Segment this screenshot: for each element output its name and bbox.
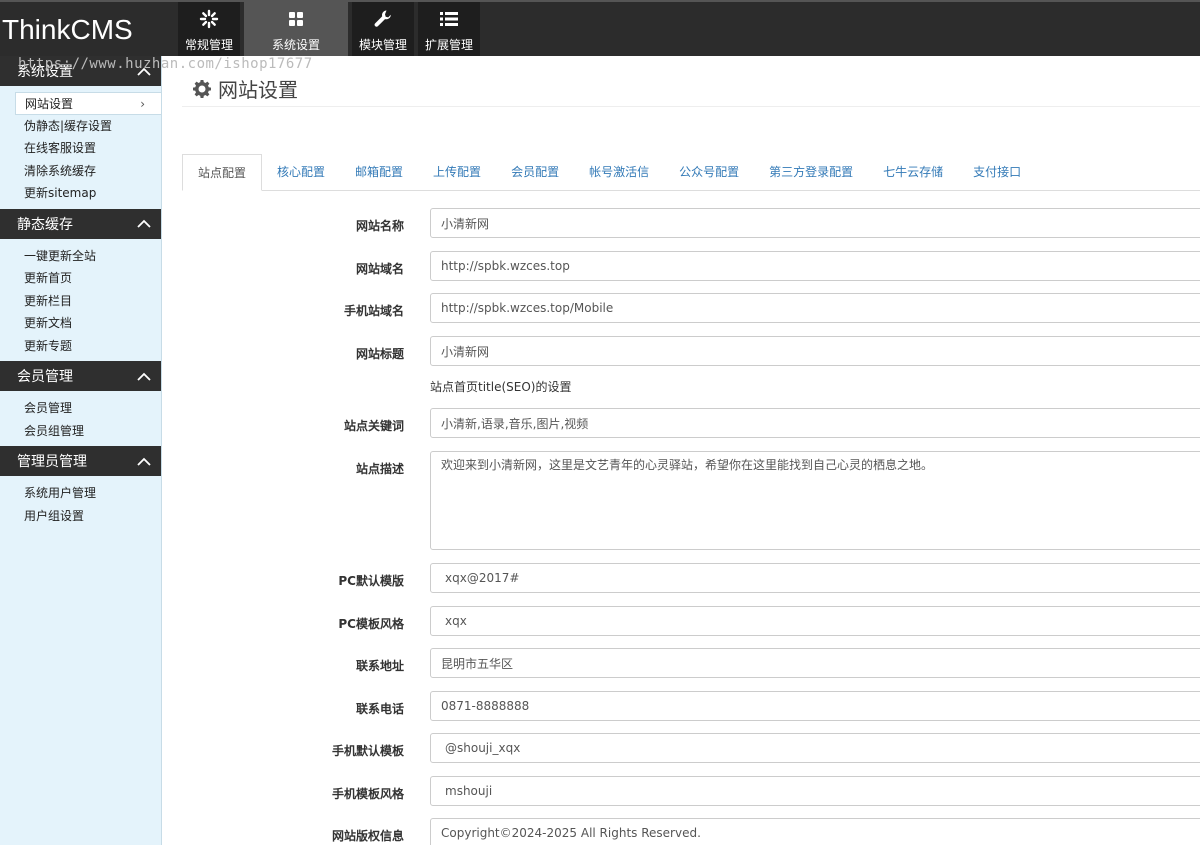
sidebar: 系统设置 网站设置 › 伪静态|缓存设置 在线客服设置 清除系统缓存 更新site… [0,56,162,845]
sidebar-item-user-groups[interactable]: 用户组设置 [0,505,161,528]
description-label: 站点描述 [355,462,404,476]
grid-icon [244,8,348,30]
sidebar-item-rewrite-cache[interactable]: 伪静态|缓存设置 [0,115,161,138]
sidebar-item-update-home[interactable]: 更新首页 [0,267,161,290]
sidebar-item-sitemap[interactable]: 更新sitemap [0,182,161,205]
site-name-input[interactable] [430,208,1200,238]
tab-wechat-config[interactable]: 公众号配置 [664,154,754,191]
topnav-label: 常规管理 [184,38,233,52]
pc-style-label: PC模板风格 [338,617,404,631]
sidebar-group-members[interactable]: 会员管理 [0,361,161,391]
wrench-icon [352,8,414,30]
sidebar-group-title: 会员管理 [17,369,73,385]
sidebar-item-online-service[interactable]: 在线客服设置 [0,137,161,160]
topnav-label: 扩展管理 [424,38,473,52]
tab-account-activation[interactable]: 帐号激活信 [574,154,664,191]
sidebar-item-label: 网站设置 [25,97,74,111]
sidebar-item-update-docs[interactable]: 更新文档 [0,312,161,335]
sidebar-item-update-columns[interactable]: 更新栏目 [0,290,161,313]
sidebar-item-site-settings[interactable]: 网站设置 › [15,92,161,115]
top-bar: ThinkCMS 常规管理 系统设置 模块管理 扩展管理 [0,0,1200,56]
mobile-template-input[interactable] [430,733,1200,763]
app-logo[interactable]: ThinkCMS [2,14,133,46]
chevron-up-icon [137,64,151,78]
phone-label: 联系电话 [355,702,404,716]
page-title: 网站设置 [192,74,298,103]
copyright-input[interactable] [430,818,1200,845]
sidebar-group-title: 系统设置 [17,64,73,80]
mobile-template-label: 手机默认模板 [331,744,404,758]
tab-mail-config[interactable]: 邮箱配置 [340,154,418,191]
settings-tabs: 站点配置 核心配置 邮箱配置 上传配置 会员配置 帐号激活信 公众号配置 第三方… [182,154,1200,191]
sidebar-item-member-groups[interactable]: 会员组管理 [0,420,161,443]
sidebar-item-update-all[interactable]: 一键更新全站 [0,245,161,268]
mobile-domain-label: 手机站域名 [343,304,404,318]
pc-template-label: PC默认模版 [338,574,404,588]
sidebar-group-title: 静态缓存 [17,216,73,233]
tab-member-config[interactable]: 会员配置 [496,154,574,191]
copyright-label: 网站版权信息 [331,829,404,843]
tab-qiniu-storage[interactable]: 七牛云存储 [868,154,958,191]
sidebar-item-clear-cache[interactable]: 清除系统缓存 [0,160,161,183]
pc-style-input[interactable] [430,606,1200,636]
keywords-label: 站点关键词 [343,419,404,433]
sidebar-group-title: 管理员管理 [17,454,87,470]
sidebar-item-system-users[interactable]: 系统用户管理 [0,482,161,505]
topnav-item-modules[interactable]: 模块管理 [352,2,414,56]
chevron-up-icon [137,454,151,468]
tab-core-config[interactable]: 核心配置 [262,154,340,191]
sidebar-group-admins[interactable]: 管理员管理 [0,446,161,476]
asterisk-icon [178,8,240,30]
topnav-label: 模块管理 [358,38,407,52]
address-input[interactable] [430,648,1200,678]
description-textarea[interactable]: 欢迎来到小清新网，这里是文艺青年的心灵驿站，希望你在这里能找到自己心灵的栖息之地… [430,451,1200,550]
chevron-up-icon [137,217,151,231]
topnav-item-extensions[interactable]: 扩展管理 [418,2,480,56]
gear-icon [192,79,212,99]
main-content: 网站设置 站点配置 核心配置 邮箱配置 上传配置 会员配置 帐号激活信 公众号配… [162,56,1200,845]
phone-input[interactable] [430,691,1200,721]
keywords-input[interactable] [430,408,1200,438]
site-title-input[interactable] [430,336,1200,366]
mobile-domain-input[interactable] [430,293,1200,323]
tab-upload-config[interactable]: 上传配置 [418,154,496,191]
site-name-label: 网站名称 [355,219,404,233]
site-title-label: 网站标题 [355,347,404,361]
site-title-help: 站点首页title(SEO)的设置 [430,380,572,394]
chevron-up-icon [137,369,151,383]
pc-template-input[interactable] [430,563,1200,593]
top-nav: 常规管理 系统设置 模块管理 扩展管理 [178,2,484,56]
tab-site-config[interactable]: 站点配置 [182,154,263,191]
sidebar-group-static-cache[interactable]: 静态缓存 [0,208,161,239]
topnav-item-general[interactable]: 常规管理 [178,2,240,56]
divider [182,106,1200,107]
mobile-style-input[interactable] [430,776,1200,806]
site-domain-input[interactable] [430,251,1200,281]
mobile-style-label: 手机模板风格 [331,787,404,801]
page-title-text: 网站设置 [218,78,298,102]
chevron-right-icon: › [140,97,145,111]
site-domain-label: 网站域名 [355,262,404,276]
topnav-label: 系统设置 [271,38,320,52]
address-label: 联系地址 [355,659,404,673]
list-icon [418,8,480,30]
tab-third-party-login[interactable]: 第三方登录配置 [754,154,868,191]
sidebar-group-system[interactable]: 系统设置 [0,56,161,86]
sidebar-item-update-topics[interactable]: 更新专题 [0,335,161,358]
tab-payment[interactable]: 支付接口 [958,154,1036,191]
topnav-item-system[interactable]: 系统设置 [244,2,348,56]
sidebar-item-member-manage[interactable]: 会员管理 [0,397,161,420]
